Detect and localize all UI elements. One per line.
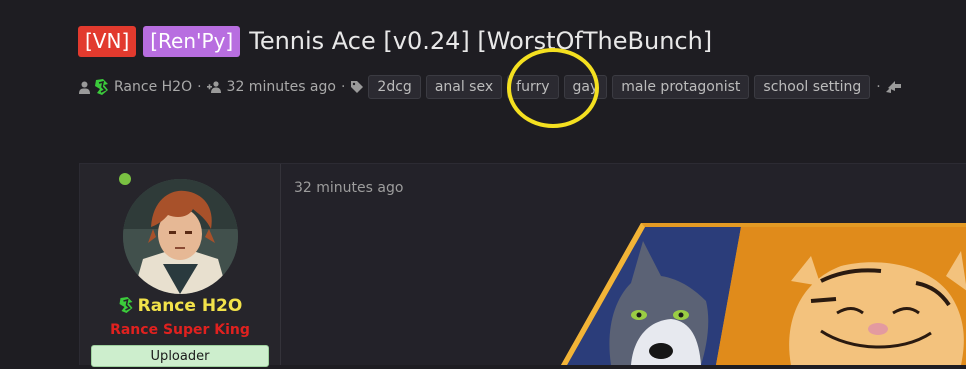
poster-name-text[interactable]: Rance H2O	[138, 296, 243, 316]
post-user-panel: Rance H2O Rance Super King Uploader	[80, 164, 281, 367]
avatar[interactable]	[123, 179, 238, 294]
tag-chip[interactable]: male protagonist	[612, 75, 750, 99]
tag-chip[interactable]: 2dcg	[368, 75, 421, 99]
users-icon	[206, 81, 223, 93]
prefix-engine-badge[interactable]: [Ren'Py]	[143, 25, 241, 57]
author-link[interactable]: Rance H2O	[114, 79, 192, 95]
post-banner-image	[521, 221, 966, 365]
tag-icon	[350, 80, 364, 94]
post-time[interactable]: 32 minutes ago	[294, 180, 403, 196]
thread-meta: Rance H2O · 32 minutes ago · 2dcg anal s…	[79, 75, 902, 99]
poster-name[interactable]: Rance H2O	[80, 296, 280, 316]
prefix-vn-badge[interactable]: [VN]	[78, 25, 137, 57]
tag-chip[interactable]: gay	[563, 75, 608, 99]
thread-time[interactable]: 32 minutes ago	[227, 79, 336, 95]
brand-logo-icon	[94, 78, 110, 96]
brand-logo-icon	[118, 296, 135, 314]
poster-role: Rance Super King	[110, 322, 250, 338]
online-indicator	[119, 173, 131, 185]
user-icon	[79, 81, 90, 94]
thread-title-row: [VN] [Ren'Py] Tennis Ace [v0.24] [WorstO…	[78, 24, 712, 58]
post-message: Rance H2O Rance Super King Uploader 32 m…	[79, 163, 966, 367]
tag-chip[interactable]: furry	[507, 75, 559, 99]
tag-chip[interactable]: anal sex	[425, 75, 503, 99]
thread-title: Tennis Ace [v0.24] [WorstOfTheBunch]	[249, 27, 713, 55]
tag-chip[interactable]: school setting	[754, 75, 871, 99]
share-arrows-icon[interactable]	[885, 80, 902, 94]
